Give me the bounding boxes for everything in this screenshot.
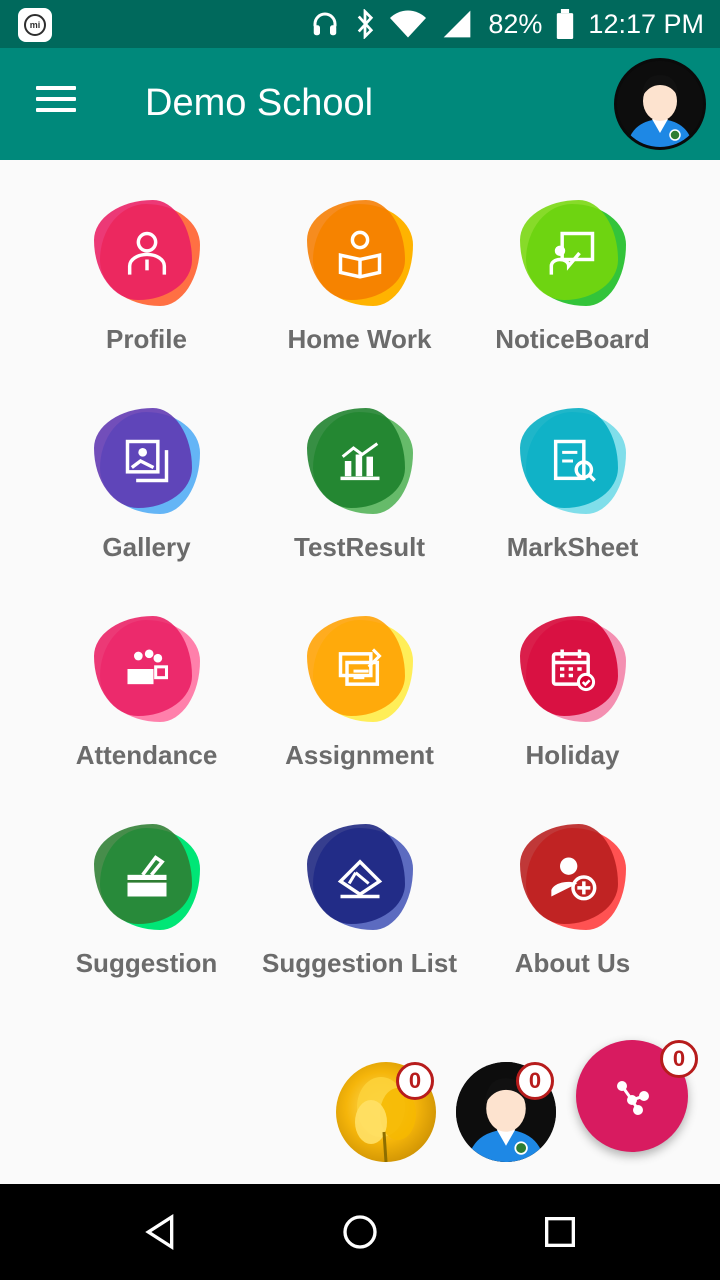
status-bar: mi 82% 12:17 PM <box>0 0 720 48</box>
tile-holiday[interactable]: Holiday <box>466 606 679 814</box>
tile-label: TestResult <box>294 532 425 562</box>
tile-noticeboard[interactable]: NoticeBoard <box>466 190 679 398</box>
tile-about-us[interactable]: About Us <box>466 814 679 1022</box>
battery-icon <box>557 9 574 39</box>
page-title: Demo School <box>145 82 374 124</box>
tile-profile[interactable]: Profile <box>40 190 253 398</box>
tile-home-work[interactable]: Home Work <box>253 190 466 398</box>
assignment-icon <box>306 616 413 722</box>
marksheet-icon <box>519 408 626 514</box>
tile-label: Suggestion <box>75 948 218 978</box>
tile-testresult[interactable]: TestResult <box>253 398 466 606</box>
recents-icon[interactable] <box>540 1212 580 1252</box>
mi-icon: mi <box>18 8 52 42</box>
tile-label: About Us <box>514 948 631 978</box>
share-icon <box>617 1081 649 1115</box>
homework-icon <box>306 200 413 306</box>
about-us-icon <box>519 824 626 930</box>
battery-percent: 82% <box>488 8 543 39</box>
wifi-icon <box>390 10 427 38</box>
tile-label: Profile <box>106 324 187 354</box>
signal-icon <box>444 10 471 38</box>
status-time: 12:17 PM <box>588 8 704 39</box>
suggestion-list-icon <box>306 824 413 930</box>
tile-attendance[interactable]: Attendance <box>40 606 253 814</box>
profile-icon <box>93 200 200 306</box>
back-icon[interactable] <box>140 1212 180 1252</box>
notification-badge: 0 <box>396 1062 434 1100</box>
tile-label: MarkSheet <box>506 532 639 562</box>
gallery-icon <box>93 408 200 514</box>
tile-gallery[interactable]: Gallery <box>40 398 253 606</box>
suggestion-box-icon <box>93 824 200 930</box>
home-icon[interactable] <box>340 1212 380 1252</box>
tile-label: Gallery <box>102 532 191 562</box>
tile-suggestion-list[interactable]: Suggestion List <box>253 814 466 1022</box>
noticeboard-icon <box>519 200 626 306</box>
notification-badge: 0 <box>660 1040 698 1078</box>
tile-suggestion[interactable]: Suggestion <box>40 814 253 1022</box>
tile-assignment[interactable]: Assignment <box>253 606 466 814</box>
calendar-icon <box>519 616 626 722</box>
bluetooth-icon <box>358 9 374 39</box>
app-bar: Demo School <box>0 48 720 160</box>
tile-label: Assignment <box>285 740 434 770</box>
attendance-icon <box>93 616 200 722</box>
tile-label: Holiday <box>525 740 620 770</box>
tile-marksheet[interactable]: MarkSheet <box>466 398 679 606</box>
test-result-icon <box>306 408 413 514</box>
hamburger-icon[interactable] <box>36 86 76 118</box>
tile-label: Suggestion List <box>262 948 457 978</box>
menu-grid: Profile Home Work NoticeBoard Gallery Te… <box>40 190 680 1022</box>
status-icons: 82% 12:17 PM <box>310 0 704 48</box>
user-avatar[interactable] <box>614 58 706 150</box>
headphones-icon <box>313 12 337 36</box>
tile-label: Home Work <box>287 324 432 354</box>
notification-badge: 0 <box>516 1062 554 1100</box>
tile-label: NoticeBoard <box>495 324 650 354</box>
system-nav-bar <box>0 1184 720 1280</box>
tile-label: Attendance <box>75 740 218 770</box>
